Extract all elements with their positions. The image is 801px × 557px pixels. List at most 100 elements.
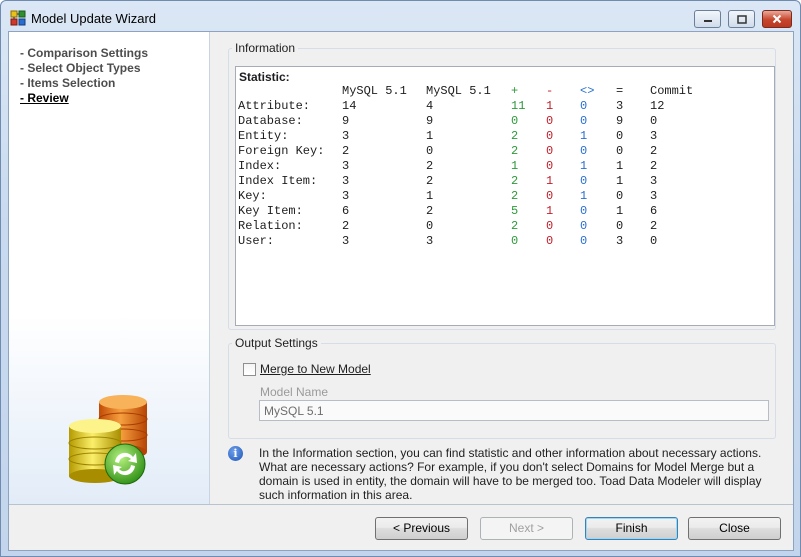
column-header: MySQL 5.1 <box>426 84 491 98</box>
stat-cell: 2 <box>426 159 434 173</box>
column-header: + <box>511 84 519 98</box>
row-label: Index: <box>238 159 282 173</box>
stat-cell: 0 <box>546 114 554 128</box>
stat-cell: 1 <box>426 189 434 203</box>
stat-cell: 3 <box>650 174 658 188</box>
stat-cell: 6 <box>342 204 350 218</box>
stat-cell: 3 <box>616 99 624 113</box>
stat-cell: 0 <box>580 174 588 188</box>
stat-cell: 0 <box>546 189 554 203</box>
row-label: User: <box>238 234 275 248</box>
stat-cell: 1 <box>616 174 624 188</box>
title-bar[interactable]: Model Update Wizard <box>1 1 800 33</box>
stat-cell: 0 <box>426 219 434 233</box>
stat-cell: 12 <box>650 99 665 113</box>
stat-cell: 2 <box>511 129 519 143</box>
stat-cell: 9 <box>426 114 434 128</box>
stat-cell: 0 <box>580 219 588 233</box>
column-header: Commit <box>650 84 694 98</box>
merge-checkbox[interactable] <box>243 363 256 376</box>
stat-cell: 2 <box>650 159 658 173</box>
stat-cell: 0 <box>616 144 624 158</box>
stat-cell: 9 <box>616 114 624 128</box>
model-name-label: Model Name <box>260 385 329 399</box>
maximize-button[interactable] <box>728 10 755 28</box>
row-label: Key: <box>238 189 267 203</box>
finish-button-label: Finish <box>615 521 648 535</box>
column-header: <> <box>580 84 595 98</box>
stat-cell: 0 <box>580 144 588 158</box>
row-label: Database: <box>238 114 303 128</box>
statistics-box: Statistic: MySQL 5.1 MySQL 5.1 + - <> = Commit… <box>235 66 775 326</box>
stat-cell: 2 <box>650 144 658 158</box>
step-select-object-types[interactable]: - Select Object Types <box>20 61 141 75</box>
stat-cell: 2 <box>342 219 350 233</box>
database-sync-icon <box>68 395 148 485</box>
stat-cell: 1 <box>546 99 554 113</box>
stat-cell: 0 <box>546 129 554 143</box>
stat-cell: 2 <box>511 189 519 203</box>
model-wizard-icon <box>10 10 26 26</box>
stat-cell: 0 <box>426 144 434 158</box>
stat-cell: 0 <box>546 144 554 158</box>
model-name-field[interactable]: MySQL 5.1 <box>259 400 769 421</box>
row-label: Relation: <box>238 219 303 233</box>
stat-cell: 2 <box>650 219 658 233</box>
stat-cell: 2 <box>511 219 519 233</box>
stat-cell: 0 <box>580 114 588 128</box>
stat-cell: 3 <box>342 189 350 203</box>
stat-cell: 0 <box>546 219 554 233</box>
stat-cell: 1 <box>546 204 554 218</box>
merge-label-text: Merge to New Model <box>260 362 371 376</box>
stat-cell: 1 <box>580 159 588 173</box>
minimize-button[interactable] <box>694 10 721 28</box>
stat-cell: 3 <box>650 129 658 143</box>
stat-cell: 1 <box>580 189 588 203</box>
stat-cell: 2 <box>511 144 519 158</box>
column-header: - <box>546 84 554 98</box>
step-items-selection[interactable]: - Items Selection <box>20 76 115 90</box>
row-label: Entity: <box>238 129 289 143</box>
stat-cell: 3 <box>342 129 350 143</box>
stat-cell: 0 <box>511 114 519 128</box>
close-icon <box>772 14 782 24</box>
finish-button[interactable]: Finish <box>585 517 678 540</box>
stat-cell: 0 <box>616 189 624 203</box>
row-label: Key Item: <box>238 204 303 218</box>
info-note: In the Information section, you can find… <box>259 446 762 502</box>
stat-cell: 3 <box>616 234 624 248</box>
stat-cell: 0 <box>546 159 554 173</box>
close-button-label: Close <box>719 521 750 535</box>
stat-cell: 1 <box>426 129 434 143</box>
stat-cell: 14 <box>342 99 357 113</box>
maximize-icon <box>736 14 747 24</box>
step-comparison-settings[interactable]: - Comparison Settings <box>20 46 148 60</box>
row-label: Attribute: <box>238 99 311 113</box>
stat-cell: 0 <box>580 234 588 248</box>
stat-cell: 4 <box>426 99 434 113</box>
next-button-label: Next > <box>508 521 544 535</box>
next-button[interactable]: Next > <box>480 517 573 540</box>
stat-cell: 2 <box>511 174 519 188</box>
information-group-label: Information <box>232 41 299 55</box>
stat-cell: 2 <box>342 144 350 158</box>
stat-cell: 0 <box>580 204 588 218</box>
stat-cell: 11 <box>511 99 526 113</box>
stat-cell: 3 <box>342 159 350 173</box>
stat-cell: 2 <box>426 204 434 218</box>
wizard-body: - Comparison Settings - Select Object Ty… <box>8 31 794 551</box>
merge-to-new-model-label[interactable]: Merge to New Model <box>260 362 371 376</box>
wizard-steps-panel: - Comparison Settings - Select Object Ty… <box>9 32 210 504</box>
stat-cell: 1 <box>546 174 554 188</box>
minimize-icon <box>703 20 712 22</box>
stat-cell: 9 <box>342 114 350 128</box>
close-button[interactable]: Close <box>688 517 781 540</box>
stat-cell: 0 <box>511 234 519 248</box>
column-header: = <box>616 84 624 98</box>
stat-cell: 3 <box>342 174 350 188</box>
output-settings-label: Output Settings <box>232 336 321 350</box>
stat-cell: 0 <box>580 99 588 113</box>
previous-button[interactable]: < Previous <box>375 517 468 540</box>
step-review[interactable]: - Review <box>20 91 69 105</box>
close-window-button[interactable] <box>762 10 792 28</box>
